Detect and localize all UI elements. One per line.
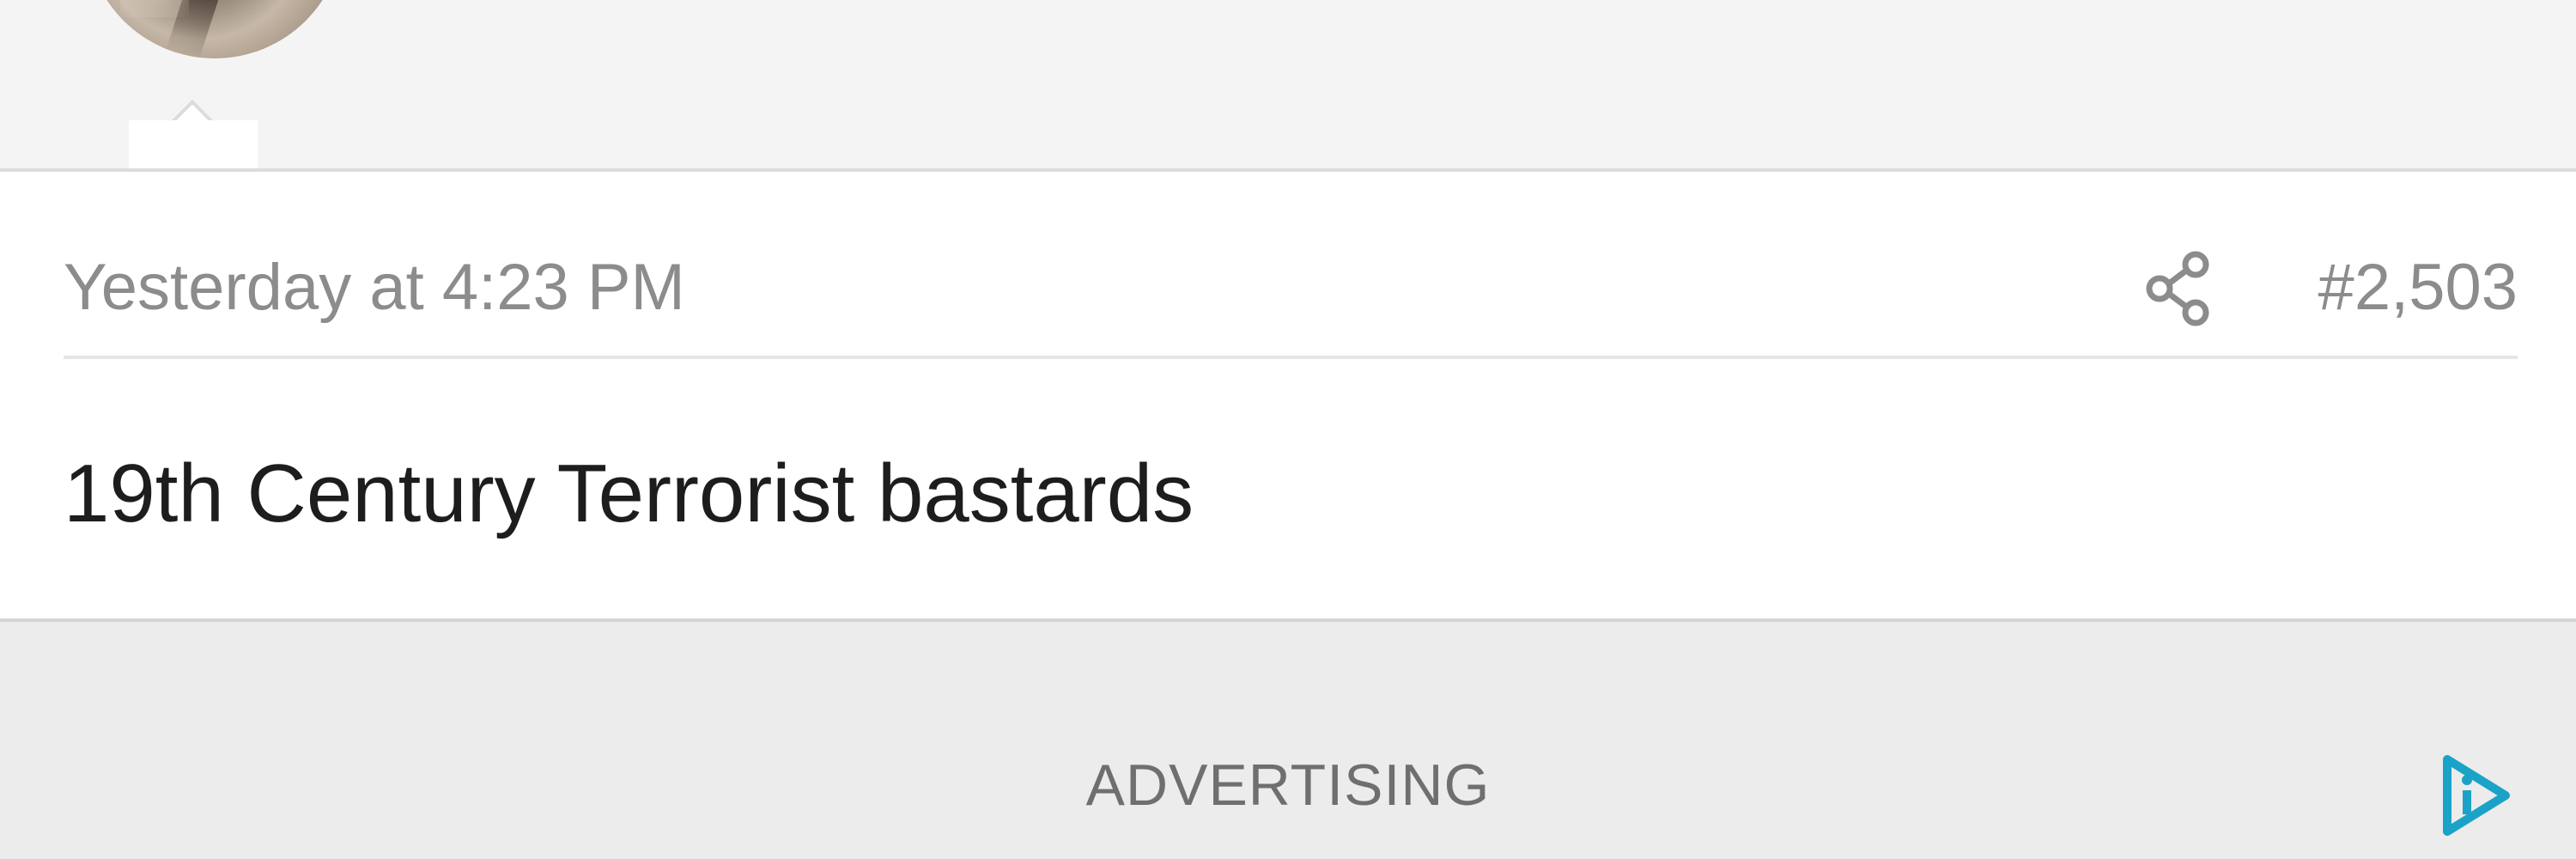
advertising-banner: ADVERTISING bbox=[0, 622, 2576, 859]
pointer-joint bbox=[129, 120, 258, 168]
post-permalink-number[interactable]: #2,503 bbox=[2318, 249, 2518, 326]
advertising-label: ADVERTISING bbox=[1085, 752, 1491, 818]
post-header-area bbox=[0, 0, 2576, 168]
share-icon bbox=[2146, 251, 2209, 326]
ad-choices-icon[interactable] bbox=[2437, 752, 2514, 838]
share-button[interactable] bbox=[2131, 241, 2226, 335]
avatar[interactable] bbox=[86, 0, 343, 58]
post-message-text: 19th Century Terrorist bastards bbox=[64, 448, 1194, 539]
post-timestamp[interactable]: Yesterday at 4:23 PM bbox=[64, 249, 685, 326]
post-meta: Yesterday at 4:23 PM #2,503 bbox=[64, 232, 2518, 359]
